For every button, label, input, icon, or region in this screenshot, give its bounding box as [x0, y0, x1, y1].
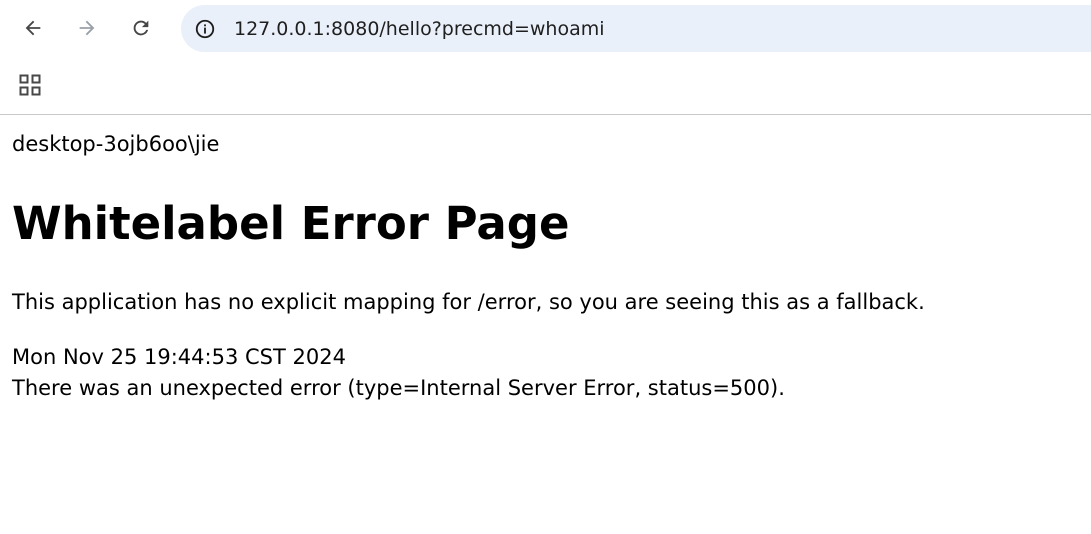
error-detail: There was an unexpected error (type=Inte…: [12, 376, 785, 400]
apps-grid-icon: [19, 74, 41, 96]
command-output: desktop-3ojb6oo\jie: [12, 132, 220, 156]
forward-button[interactable]: [69, 10, 105, 46]
back-button[interactable]: [15, 10, 51, 46]
arrow-right-icon: [79, 20, 95, 36]
address-bar[interactable]: 127.0.0.1:8080/hello?precmd=whoami: [181, 5, 1091, 52]
site-info-button[interactable]: [192, 16, 218, 42]
browser-toolbar: 127.0.0.1:8080/hello?precmd=whoami: [0, 0, 1091, 57]
url-text[interactable]: 127.0.0.1:8080/hello?precmd=whoami: [234, 18, 605, 40]
error-message: This application has no explicit mapping…: [12, 290, 925, 314]
error-timestamp: Mon Nov 25 19:44:53 CST 2024: [12, 345, 346, 369]
info-circle-icon: [195, 19, 215, 38]
reload-icon: [133, 20, 149, 36]
arrow-left-icon: [25, 20, 41, 36]
apps-button[interactable]: [14, 69, 46, 101]
reload-button[interactable]: [123, 10, 159, 46]
bookmarks-bar: [0, 57, 1091, 115]
page-title: Whitelabel Error Page: [12, 197, 570, 250]
